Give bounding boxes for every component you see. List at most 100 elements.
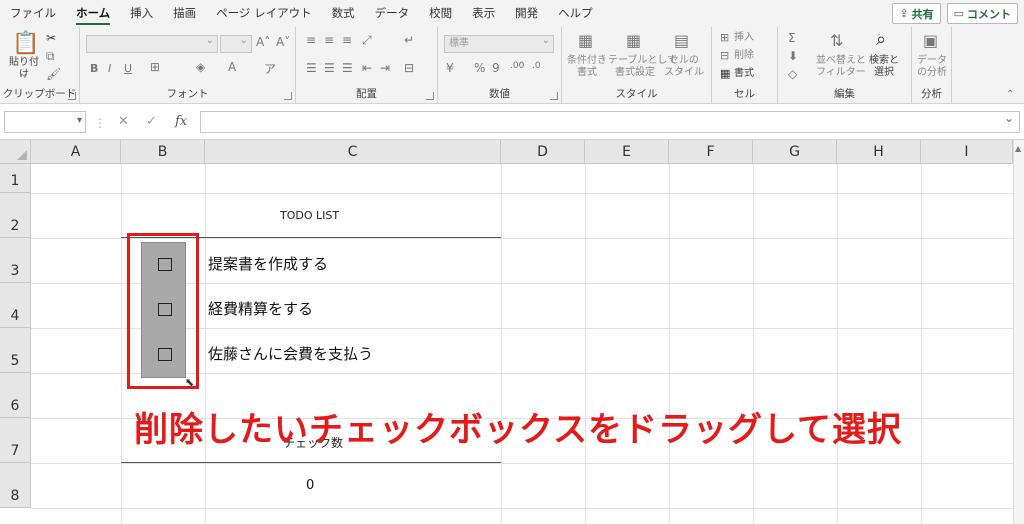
conditional-format-icon[interactable]: ▦ [578, 31, 593, 50]
number-launcher[interactable] [550, 92, 558, 100]
column-header-a[interactable]: A [31, 140, 121, 164]
format-table-button[interactable]: テーブルとして 書式設定 [608, 55, 677, 78]
row-header-5[interactable]: 5 [0, 328, 31, 373]
tab-formulas[interactable]: 数式 [322, 0, 365, 27]
select-all-button[interactable] [0, 140, 31, 164]
bold-button[interactable]: B [90, 62, 98, 75]
sort-filter-icon[interactable]: ⇅ [830, 31, 843, 50]
fill-color-icon[interactable]: ◈ [196, 60, 205, 74]
wrap-text-icon[interactable]: ↵ [404, 33, 414, 47]
copy-icon[interactable]: ⧉ [46, 49, 55, 64]
percent-icon[interactable]: % [474, 61, 485, 75]
tab-data[interactable]: データ [365, 0, 420, 27]
find-icon[interactable]: ⌕ [876, 29, 886, 50]
cut-icon[interactable]: ✂ [46, 31, 56, 45]
align-left-icon[interactable]: ☰ [306, 61, 317, 75]
tab-insert[interactable]: 挿入 [120, 0, 163, 27]
row-header-7[interactable]: 7 [0, 418, 31, 463]
share-button[interactable]: ⇪ 共有 [892, 3, 941, 24]
find-select-button[interactable]: 検索と 選択 [864, 55, 904, 78]
font-size-combo[interactable] [220, 33, 252, 53]
decrease-decimal-icon[interactable]: .0 [532, 61, 541, 71]
align-bottom-icon[interactable]: ≡ [342, 33, 352, 47]
number-format-combo[interactable]: 標準 [444, 33, 554, 53]
font-color-icon[interactable]: A [228, 60, 236, 74]
increase-indent-icon[interactable]: ⇥ [380, 61, 390, 75]
cell-styles-icon[interactable]: ▤ [674, 31, 689, 50]
column-header-i[interactable]: I [921, 140, 1013, 164]
merge-center-icon[interactable]: ⊟ [404, 61, 414, 75]
cell-styles-button[interactable]: セルの スタイル [662, 55, 706, 78]
insert-cells-button[interactable]: 挿入 [734, 32, 754, 44]
column-header-b[interactable]: B [121, 140, 205, 164]
scroll-up-icon[interactable]: ▲ [1015, 144, 1021, 153]
decrease-indent-icon[interactable]: ⇤ [362, 61, 372, 75]
column-header-c[interactable]: C [205, 140, 501, 164]
row-header-6[interactable]: 6 [0, 373, 31, 418]
fill-icon[interactable]: ⬇ [788, 49, 798, 63]
tab-home[interactable]: ホーム [66, 0, 120, 27]
tab-help[interactable]: ヘルプ [548, 0, 603, 27]
clear-icon[interactable]: ◇ [788, 67, 797, 81]
tab-review[interactable]: 校閲 [419, 0, 462, 27]
tab-page-layout[interactable]: ページ レイアウト [206, 0, 321, 27]
align-top-icon[interactable]: ≡ [306, 33, 316, 47]
format-cells-button[interactable]: 書式 [734, 68, 754, 80]
task-item[interactable]: 佐藤さんに会費を支払う [208, 343, 373, 364]
row-header-8[interactable]: 8 [0, 463, 31, 508]
column-header-d[interactable]: D [501, 140, 585, 164]
row-header-4[interactable]: 4 [0, 283, 31, 328]
delete-cells-button[interactable]: 削除 [734, 50, 754, 62]
tab-draw[interactable]: 描画 [163, 0, 206, 27]
paste-dropdown-icon[interactable]: ⌄ [20, 69, 28, 79]
format-table-icon[interactable]: ▦ [626, 31, 641, 50]
autosum-icon[interactable]: Σ [788, 31, 796, 45]
analyze-data-icon[interactable]: ▣ [923, 31, 938, 50]
phonetic-icon[interactable]: ア [264, 60, 276, 77]
decrease-font-icon[interactable]: A˅ [276, 35, 290, 49]
increase-decimal-icon[interactable]: .00 [510, 61, 524, 71]
delete-cells-icon[interactable]: ⊟ [720, 49, 729, 62]
increase-font-icon[interactable]: A˄ [256, 35, 270, 49]
font-launcher[interactable] [284, 92, 292, 100]
row-header-1[interactable]: 1 [0, 164, 31, 193]
currency-icon[interactable]: ¥ [446, 61, 454, 75]
row-header-3[interactable]: 3 [0, 238, 31, 283]
alignment-launcher[interactable] [426, 92, 434, 100]
column-header-e[interactable]: E [585, 140, 669, 164]
italic-button[interactable]: I [108, 62, 111, 75]
enter-icon[interactable]: ✓ [146, 114, 157, 129]
tab-file[interactable]: ファイル [0, 0, 66, 27]
format-painter-icon[interactable]: 🖌 [46, 67, 61, 81]
tab-developer[interactable]: 開発 [505, 0, 548, 27]
formula-input[interactable] [200, 111, 1020, 133]
row-header-2[interactable]: 2 [0, 193, 31, 238]
align-middle-icon[interactable]: ≡ [324, 33, 334, 47]
borders-icon[interactable]: ⊞ [150, 60, 160, 74]
align-center-icon[interactable]: ☰ [324, 61, 335, 75]
name-box[interactable] [4, 111, 86, 133]
underline-button[interactable]: U [124, 62, 132, 75]
collapse-ribbon-icon[interactable]: ⌃ [1006, 89, 1014, 100]
format-cells-icon[interactable]: ▦ [720, 67, 730, 80]
comment-button[interactable]: ▭ コメント [946, 3, 1018, 24]
vertical-scrollbar[interactable]: ▲ [1013, 140, 1024, 524]
task-item[interactable]: 経費精算をする [208, 298, 313, 319]
todo-title[interactable]: TODO LIST [280, 209, 339, 222]
clipboard-launcher[interactable] [68, 92, 76, 100]
insert-function-button[interactable]: fx [175, 114, 187, 129]
sort-filter-button[interactable]: 並べ替えと フィルター [816, 55, 866, 78]
check-count-value[interactable]: 0 [306, 478, 314, 493]
align-right-icon[interactable]: ☰ [342, 61, 353, 75]
column-header-g[interactable]: G [753, 140, 837, 164]
cancel-icon[interactable]: ✕ [118, 114, 129, 129]
tab-view[interactable]: 表示 [462, 0, 505, 27]
conditional-format-button[interactable]: 条件付き 書式 [564, 55, 610, 78]
task-item[interactable]: 提案書を作成する [208, 253, 328, 274]
column-header-h[interactable]: H [837, 140, 921, 164]
font-name-combo[interactable] [86, 33, 218, 53]
analyze-data-button[interactable]: データ の分析 [914, 55, 950, 78]
orientation-icon[interactable]: ⤢ [362, 33, 372, 48]
comma-icon[interactable]: 9 [492, 61, 500, 75]
column-header-f[interactable]: F [669, 140, 753, 164]
